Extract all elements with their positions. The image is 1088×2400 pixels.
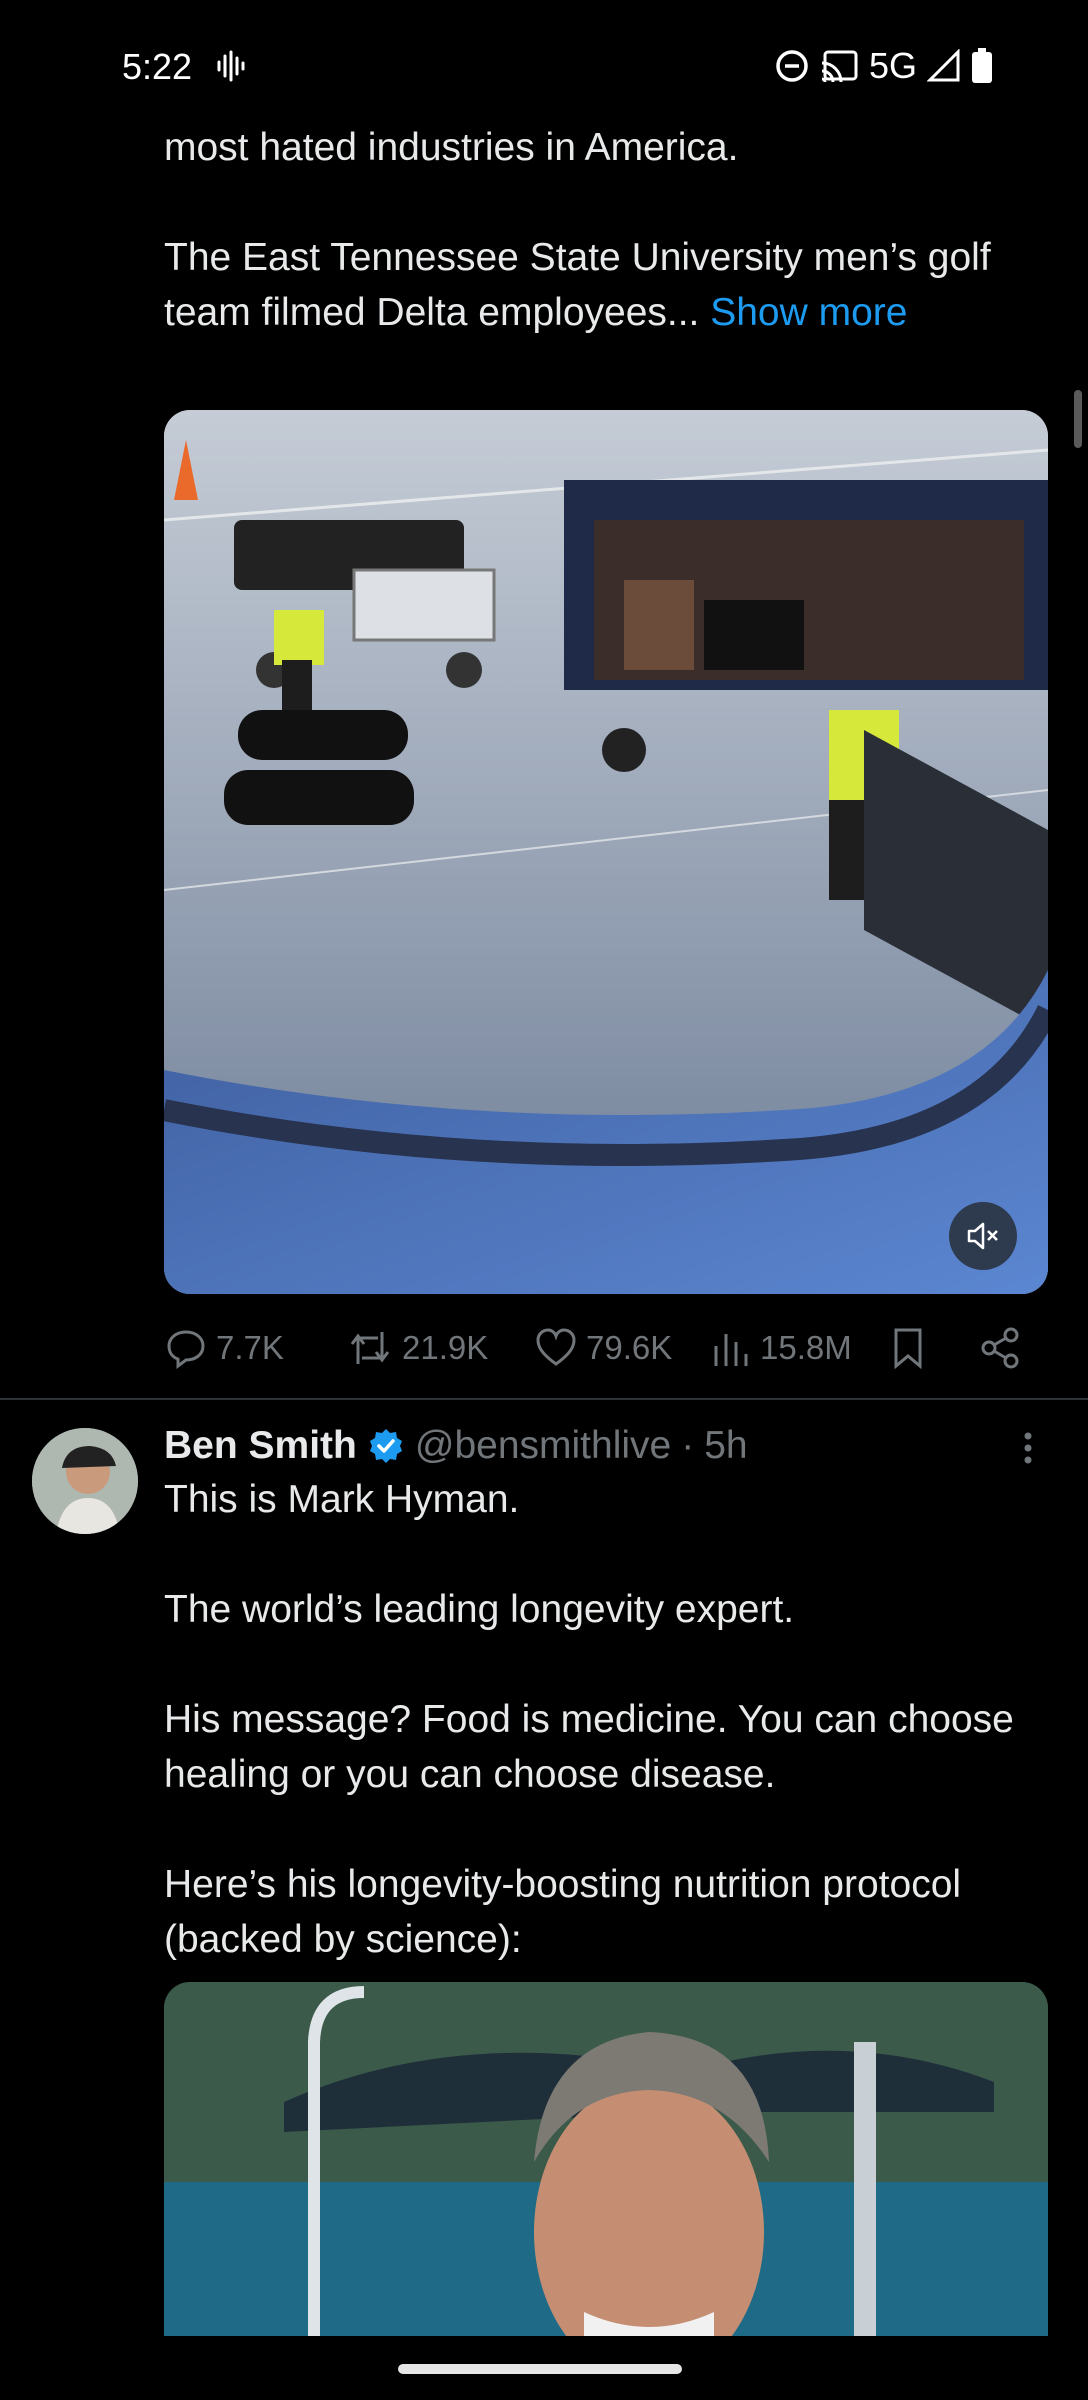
status-time: 5:22 <box>122 46 193 87</box>
author-name[interactable]: Ben Smith <box>164 1424 357 1468</box>
repost-icon <box>350 1332 390 1364</box>
reply-icon <box>167 1330 205 1369</box>
tweet1-text-line: most hated industries in America. <box>164 126 739 169</box>
mute-toggle-button[interactable] <box>949 1202 1017 1270</box>
verified-badge-icon <box>369 1429 402 1463</box>
reply-button[interactable]: 7.7K <box>164 1318 284 1378</box>
views-button[interactable]: 15.8M <box>712 1318 852 1378</box>
do-not-disturb-icon <box>776 50 808 82</box>
tweet-divider <box>0 1398 1088 1400</box>
author-handle[interactable]: @bensmithlive <box>415 1424 671 1468</box>
more-options-icon[interactable] <box>1014 1428 1042 1468</box>
status-bar: 5:22 5G <box>0 0 1088 130</box>
tweet-time[interactable]: 5h <box>704 1424 747 1468</box>
heart-icon <box>536 1328 576 1366</box>
photo-frame <box>164 1982 1048 2336</box>
avatar[interactable] <box>32 1428 138 1534</box>
tweet1-text-body: The East Tennessee State University men’… <box>164 230 1004 340</box>
view-count: 15.8M <box>760 1329 852 1366</box>
tweet1-action-bar: 7.7K 21.9K 79.6K 15.8M <box>164 1318 1048 1378</box>
tweet2-image[interactable] <box>164 1982 1048 2336</box>
signal-icon <box>927 49 960 82</box>
status-icons: 5G <box>775 44 993 88</box>
views-icon <box>714 1334 748 1366</box>
tweet1-video[interactable] <box>164 410 1048 1294</box>
tweet2-text-p4: Here’s his longevity-boosting nutrition … <box>164 1863 972 1961</box>
muted-speaker-icon <box>967 1222 998 1250</box>
scrollbar-thumb[interactable] <box>1074 390 1082 448</box>
share-icon <box>981 1327 1019 1369</box>
bookmark-button[interactable] <box>888 1318 928 1378</box>
show-more-link[interactable]: Show more <box>710 291 907 334</box>
repost-button[interactable]: 21.9K <box>346 1318 488 1378</box>
tweet2-header: Ben Smith @bensmithlive · 5h <box>164 1418 748 1474</box>
share-button[interactable] <box>978 1318 1022 1378</box>
avatar-image <box>32 1428 138 1534</box>
bookmark-icon <box>894 1328 922 1370</box>
battery-icon <box>972 48 992 83</box>
sound-wave-icon <box>217 50 245 82</box>
home-indicator[interactable] <box>398 2364 682 2374</box>
reply-count: 7.7K <box>216 1329 284 1366</box>
video-frame <box>164 410 1048 1294</box>
tweet2-text-p3: His message? Food is medicine. You can c… <box>164 1698 1025 1796</box>
tweet2-text-p2: The world’s leading longevity expert. <box>164 1588 795 1631</box>
repost-count: 21.9K <box>402 1329 489 1366</box>
cast-icon <box>821 50 858 83</box>
like-count: 79.6K <box>586 1329 673 1366</box>
like-button[interactable]: 79.6K <box>534 1318 672 1378</box>
separator-dot: · <box>681 1424 695 1467</box>
network-label: 5G <box>868 45 917 86</box>
tweet2-text-p1: This is Mark Hyman. <box>164 1478 520 1521</box>
